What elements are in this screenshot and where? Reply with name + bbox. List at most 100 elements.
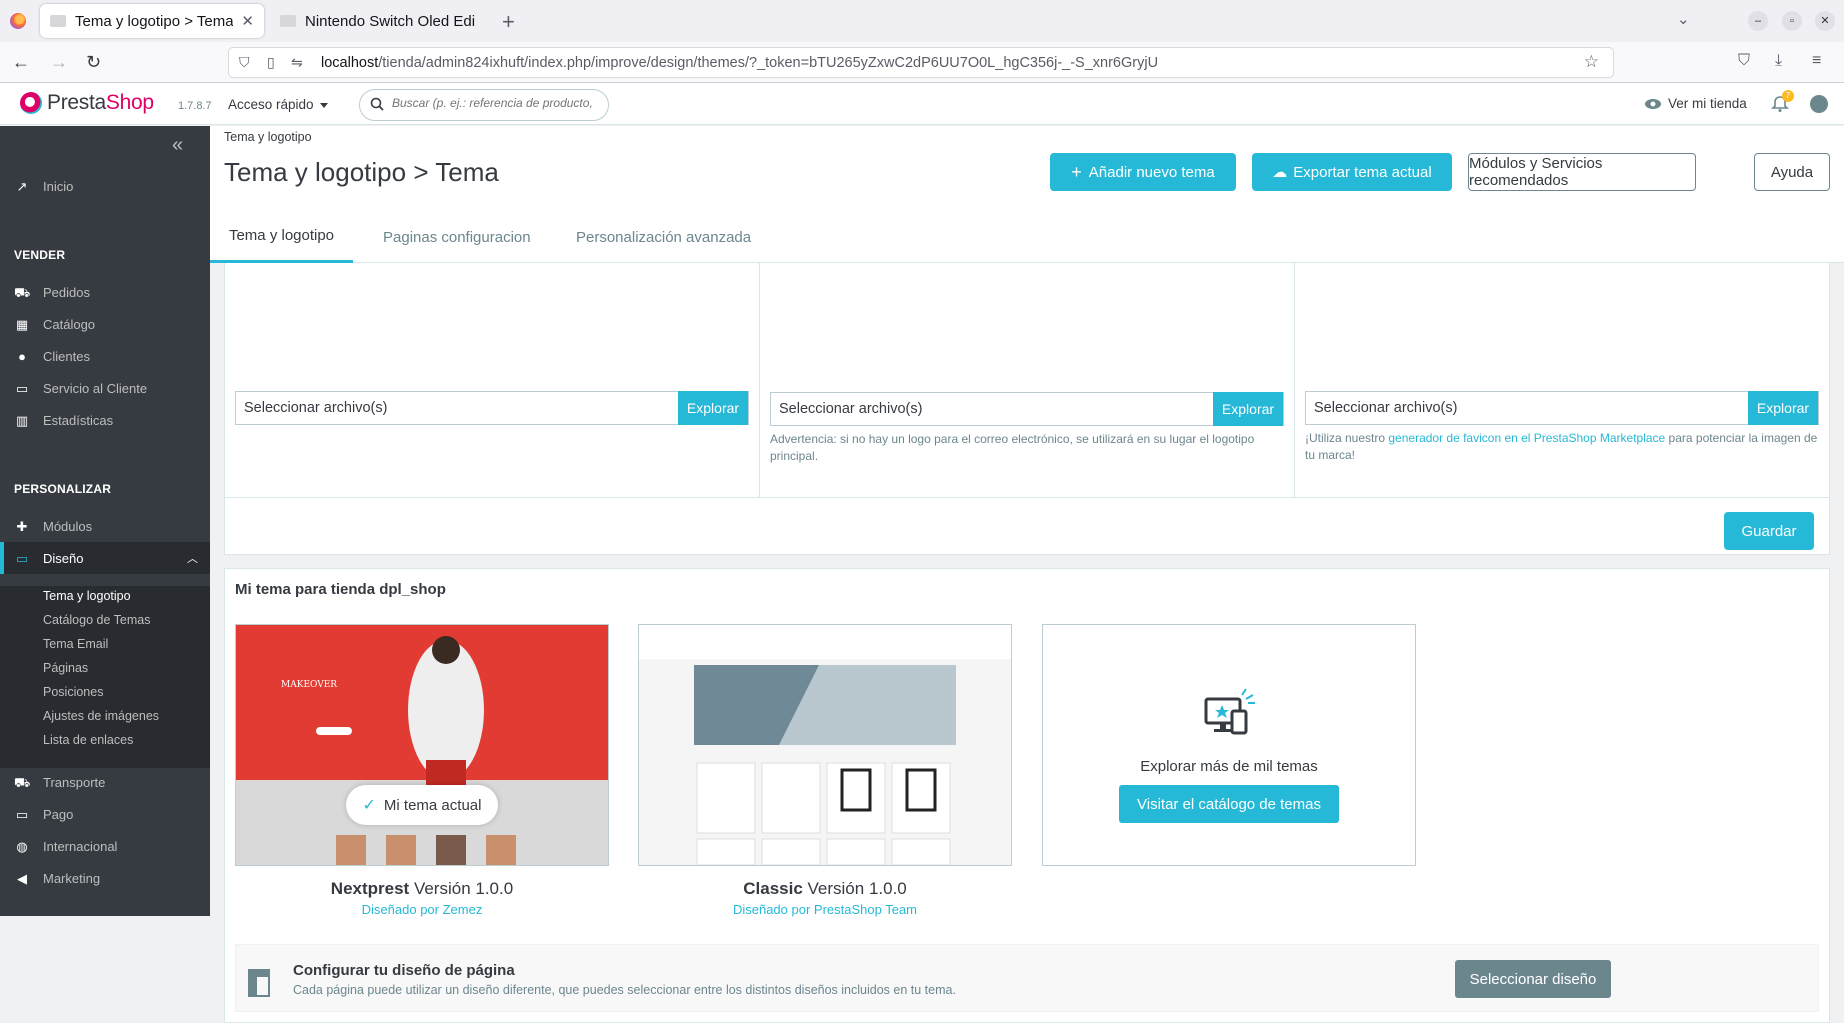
add-theme-button[interactable]: + Añadir nuevo tema [1050, 153, 1236, 191]
devices-icon [1204, 688, 1255, 735]
page-header: Tema y logotipo Tema y logotipo > Tema +… [210, 126, 1844, 263]
sidebar-item-marketing[interactable]: ◀ Marketing [0, 862, 210, 894]
visit-theme-catalog-button[interactable]: Visitar el catálogo de temas [1119, 785, 1339, 823]
favicon-column: Seleccionar archivo(s) Explorar ¡Utiliza… [1295, 263, 1829, 497]
shield-icon[interactable]: ⛉ [239, 54, 250, 71]
theme-author-nextprest[interactable]: Diseñado por Zemez [235, 902, 609, 917]
sidebar-item-modules[interactable]: ✚ Módulos [0, 510, 210, 542]
basket-icon: ⛟ [14, 285, 31, 300]
browser-tab-active[interactable]: Tema y logotipo > Tema • Cp ✕ [40, 4, 264, 38]
theme-name-nextprest: Nextprest Versión 1.0.0 [330, 879, 514, 898]
tab-title: Nintendo Switch Oled Edi [305, 12, 476, 30]
menu-icon[interactable]: ≡ [1812, 52, 1821, 70]
search-box[interactable] [359, 89, 609, 121]
chevron-up-icon: ︿ [187, 553, 198, 565]
mail-logo-file-input[interactable]: Seleccionar archivo(s) Explorar [770, 392, 1284, 426]
logo-column: Seleccionar archivo(s) Explorar [225, 263, 760, 497]
url-bar[interactable]: ⛉ ▯ ⇋ localhost/tienda/admin824ixhuft/in… [228, 47, 1614, 78]
check-icon: ✓ [362, 797, 376, 814]
notifications-badge: 7 [1782, 90, 1794, 102]
prestashop-logo[interactable]: PrestaShop [20, 91, 154, 115]
pocket-icon[interactable]: ⛉ [1738, 52, 1750, 70]
quick-access-dropdown[interactable]: Acceso rápido [228, 97, 328, 112]
sidebar-item-orders[interactable]: ⛟ Pedidos [0, 276, 210, 308]
browser-chrome: Tema y logotipo > Tema • Cp ✕ Nintendo S… [0, 0, 1844, 83]
browser-tab[interactable]: Nintendo Switch Oled Edi [270, 4, 492, 38]
download-icon[interactable]: ⤓ [1775, 52, 1782, 70]
logo-file-input[interactable]: Seleccionar archivo(s) Explorar [235, 391, 749, 425]
browse-button[interactable]: Explorar [1213, 392, 1283, 426]
chat-icon: ▭ [15, 381, 29, 396]
firefox-logo-icon[interactable] [10, 13, 26, 29]
submenu-image-settings[interactable]: Ajustes de imágenes [43, 709, 159, 723]
submenu-email-theme[interactable]: Tema Email [43, 637, 108, 651]
export-theme-button[interactable]: ☁ Exportar tema actual [1252, 153, 1452, 191]
sidebar-item-stats[interactable]: ▥ Estadísticas [0, 404, 210, 436]
view-shop-link[interactable]: Ver mi tienda [1644, 96, 1747, 111]
favicon-help: ¡Utiliza nuestro generador de favicon en… [1305, 431, 1818, 462]
minimize-icon[interactable]: – [1748, 11, 1768, 31]
tab-page-config[interactable]: Paginas configuracion [363, 211, 551, 263]
bookmark-star-icon[interactable]: ☆ [1584, 52, 1599, 72]
my-theme-title: Mi tema para tienda dpl_shop [235, 581, 446, 598]
search-input[interactable] [392, 96, 602, 110]
close-tab-icon[interactable]: ✕ [241, 12, 254, 30]
store-icon: ▦ [15, 317, 29, 332]
mail-logo-help: Advertencia: si no hay un logo para el c… [770, 432, 1255, 463]
favicon-file-input[interactable]: Seleccionar archivo(s) Explorar [1305, 391, 1819, 425]
layout-icon [248, 969, 270, 997]
forward-icon[interactable]: → [50, 52, 68, 73]
sidebar-item-customer-service[interactable]: ▭ Servicio al Cliente [0, 372, 210, 404]
card-icon: ▭ [15, 807, 29, 822]
submenu-theme-logo[interactable]: Tema y logotipo [43, 589, 131, 603]
url-text[interactable]: localhost/tienda/admin824ixhuft/index.ph… [321, 55, 1158, 71]
submenu-pages[interactable]: Páginas [43, 661, 88, 675]
logos-card-footer: Guardar [225, 497, 1829, 555]
sidebar-item-payment[interactable]: ▭ Pago [0, 798, 210, 830]
sidebar-item-catalog[interactable]: ▦ Catálogo [0, 308, 210, 340]
browse-button[interactable]: Explorar [678, 391, 748, 425]
breadcrumb[interactable]: Tema y logotipo [224, 130, 312, 144]
classic-preview-image [639, 625, 1011, 865]
theme-name-classic: Classic Versión 1.0.0 [743, 879, 907, 898]
tab-theme-logo[interactable]: Tema y logotipo [210, 211, 353, 263]
submenu-positions[interactable]: Posiciones [43, 685, 103, 699]
sidebar-item-customers[interactable]: ● Clientes [0, 340, 210, 372]
sidebar-item-shipping[interactable]: ⛟ Transporte [0, 766, 210, 798]
submenu-link-list[interactable]: Lista de enlaces [43, 733, 133, 747]
tab-favicon-icon [50, 15, 66, 27]
recommended-modules-button[interactable]: Módulos y Servicios recomendados [1468, 153, 1696, 191]
theme-thumbnail-classic[interactable] [638, 624, 1012, 866]
reload-icon[interactable]: ↻ [86, 52, 101, 73]
restore-icon[interactable]: ▫ [1782, 11, 1802, 31]
theme-author-classic[interactable]: Diseñado por PrestaShop Team [638, 902, 1012, 917]
select-layout-button[interactable]: Seleccionar diseño [1455, 960, 1611, 998]
save-button[interactable]: Guardar [1724, 512, 1814, 550]
back-icon[interactable]: ← [12, 52, 30, 73]
collapse-sidebar-icon[interactable]: « [172, 134, 183, 157]
tab-list-chevron-icon[interactable]: ⌄ [1677, 10, 1690, 28]
version-label: 1.7.8.7 [178, 100, 212, 112]
section-sell: VENDER [14, 248, 66, 262]
tab-advanced[interactable]: Personalización avanzada [556, 211, 771, 263]
plus-icon: + [1071, 161, 1082, 182]
submenu-theme-catalog[interactable]: Catálogo de Temas [43, 613, 150, 627]
tab-title: Tema y logotipo > Tema • Cp [75, 12, 234, 30]
svg-text:MAKEOVER: MAKEOVER [281, 680, 337, 690]
sidebar-item-design[interactable]: ▭ Diseño ︿ [0, 542, 210, 574]
permissions-icon[interactable]: ⇋ [291, 54, 303, 71]
employee-avatar-icon[interactable] [1810, 95, 1828, 113]
sidebar-item-international[interactable]: ◍ Internacional [0, 830, 210, 862]
favicon-generator-link[interactable]: generador de favicon en el PrestaShop Ma… [1388, 431, 1665, 445]
sidebar-item-home[interactable]: ↗ Inicio [0, 170, 210, 202]
logos-card: Seleccionar archivo(s) Explorar Seleccio… [224, 263, 1830, 555]
current-theme-badge: ✓ Mi tema actual [346, 785, 498, 825]
eye-icon [1645, 98, 1661, 109]
new-tab-icon[interactable]: + [502, 9, 515, 35]
theme-thumbnail-nextprest[interactable]: MAKEOVER ✓ Mi tema actual [235, 624, 609, 866]
megaphone-icon: ◀ [17, 871, 27, 886]
browse-button[interactable]: Explorar [1748, 391, 1818, 425]
page-icon[interactable]: ▯ [267, 54, 275, 71]
window-close-icon[interactable]: ✕ [1815, 11, 1835, 31]
help-button[interactable]: Ayuda [1754, 153, 1830, 191]
